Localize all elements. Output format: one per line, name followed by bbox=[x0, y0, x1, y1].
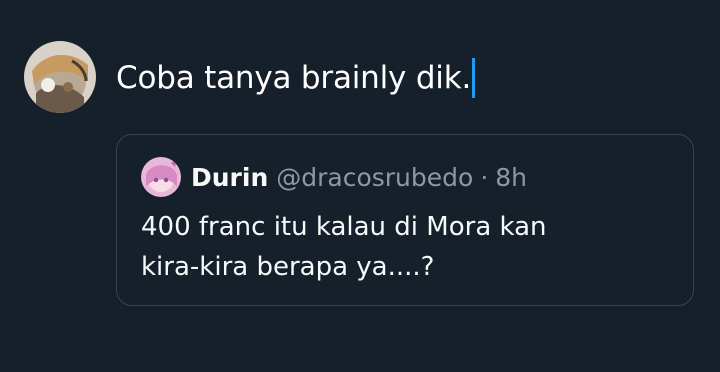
quoted-timestamp[interactable]: 8h bbox=[495, 163, 527, 192]
compose-field[interactable]: Coba tanya brainly dik. bbox=[116, 58, 476, 98]
quoted-user-avatar-image bbox=[141, 157, 181, 197]
text-caret bbox=[472, 58, 476, 98]
quoted-handle[interactable]: @dracosrubedo bbox=[276, 163, 473, 192]
quoted-text-line: 400 franc itu kalau di Mora kan bbox=[141, 212, 547, 242]
compose-text[interactable]: Coba tanya brainly dik. bbox=[116, 58, 471, 98]
quoted-tweet-card[interactable]: Durin @dracosrubedo · 8h 400 franc itu k… bbox=[116, 134, 694, 306]
dot-separator: · bbox=[480, 162, 489, 192]
user-avatar-image bbox=[24, 41, 96, 113]
quoted-text-line: kira-kira berapa ya....? bbox=[141, 252, 435, 282]
quoted-tweet-header: Durin @dracosrubedo · 8h bbox=[141, 157, 527, 197]
quoted-display-name[interactable]: Durin bbox=[191, 163, 268, 192]
quoted-tweet-text: 400 franc itu kalau di Mora kan kira-kir… bbox=[141, 207, 671, 287]
quoted-user-avatar[interactable] bbox=[141, 157, 181, 197]
user-avatar[interactable] bbox=[24, 41, 96, 113]
